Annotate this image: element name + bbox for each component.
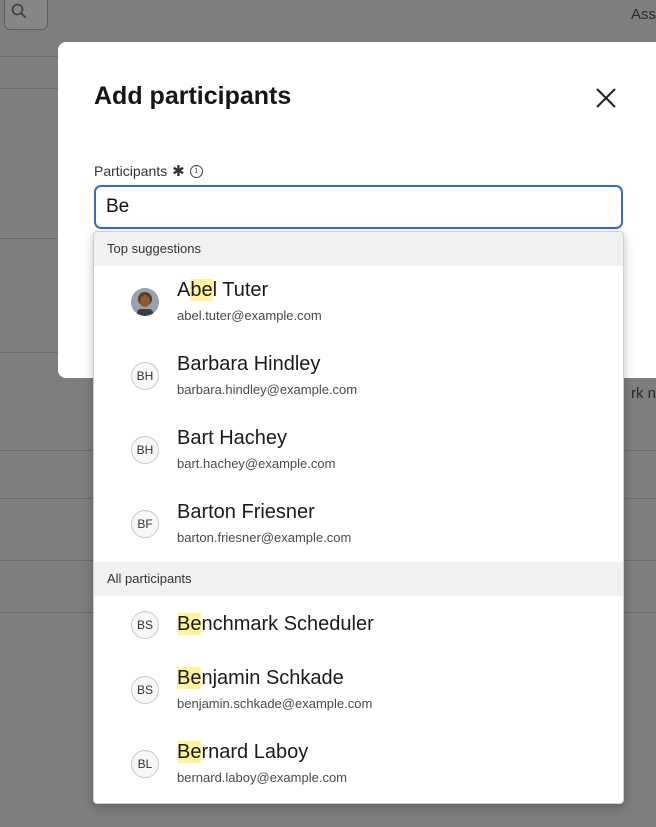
participant-email: barbara.hindley@example.com (177, 382, 358, 397)
search-match-highlight: Be (177, 741, 202, 763)
participant-name: Benjamin Schkade (177, 667, 344, 690)
participant-option[interactable]: Abel Tuter abel.tuter@example.com (94, 266, 623, 340)
search-match-highlight: Be (177, 667, 202, 689)
avatar-initials: BL (131, 750, 159, 778)
participants-search-input[interactable] (94, 185, 623, 229)
participant-name-text: Bart Hachey (177, 427, 288, 449)
participant-name-text: nchmark Scheduler (201, 613, 374, 635)
search-icon (11, 3, 27, 19)
participant-option[interactable]: BH Bart Hachey bart.hachey@example.com (94, 414, 623, 488)
participant-name-text: rnard Laboy (201, 741, 309, 763)
participant-name-text: A (177, 279, 191, 301)
avatar-initials: BF (131, 510, 159, 538)
avatar (131, 288, 159, 316)
participant-name: Barbara Hindley (177, 353, 320, 376)
search-match-highlight: be (190, 279, 213, 301)
avatar-initials: BS (131, 676, 159, 704)
avatar-initials: BH (131, 436, 159, 464)
background-row-text: rk n (630, 385, 656, 402)
participant-name-text: l Tuter (212, 279, 269, 301)
participant-option[interactable]: BS Benjamin Schkade benjamin.schkade@examp… (94, 654, 623, 728)
participant-option[interactable]: BH Barbara Hindley barbara.hindley@example… (94, 340, 623, 414)
participant-email: barton.friesner@example.com (177, 530, 352, 545)
participant-name: Barton Friesner (177, 501, 315, 524)
avatar-initials: BS (131, 611, 159, 639)
participant-option[interactable]: BL Bernard Laboy bernard.laboy@example.com (94, 728, 623, 802)
info-icon[interactable]: i (189, 164, 203, 178)
avatar-initials: BH (131, 362, 159, 390)
participants-label: Participants ✱ i (94, 162, 203, 180)
participant-name: Bernard Laboy (177, 741, 308, 764)
close-icon (596, 88, 616, 108)
participant-name-text: njamin Schkade (201, 667, 344, 689)
required-asterisk-icon: ✱ (172, 163, 185, 180)
close-button[interactable] (588, 80, 624, 116)
participant-email: abel.tuter@example.com (177, 308, 322, 323)
participant-name: Bart Hachey (177, 427, 287, 450)
participant-email: bernard.laboy@example.com (177, 770, 348, 785)
participants-label-text: Participants (94, 163, 168, 179)
participants-suggestions-listbox: Top suggestions Abel Tuter abel.tuter@exam… (93, 231, 624, 804)
participant-name: Benchmark Scheduler (177, 613, 374, 636)
section-header: Top suggestions (94, 232, 623, 266)
participant-name-text: Barton Friesner (177, 501, 315, 523)
background-header-text: Ass (630, 6, 656, 23)
participant-email: bart.hachey@example.com (177, 456, 336, 471)
background-search-button (4, 0, 48, 30)
section-header: All participants (94, 562, 623, 596)
participant-email: benjamin.schkade@example.com (177, 696, 373, 711)
search-match-highlight: Be (177, 613, 202, 635)
participant-name-text: Barbara Hindley (177, 353, 321, 375)
participant-option[interactable]: BS Benchmark Scheduler (94, 596, 623, 654)
dialog-title: Add participants (94, 82, 292, 110)
participant-name: Abel Tuter (177, 279, 268, 302)
participant-option[interactable]: BF Barton Friesner barton.friesner@example… (94, 488, 623, 562)
